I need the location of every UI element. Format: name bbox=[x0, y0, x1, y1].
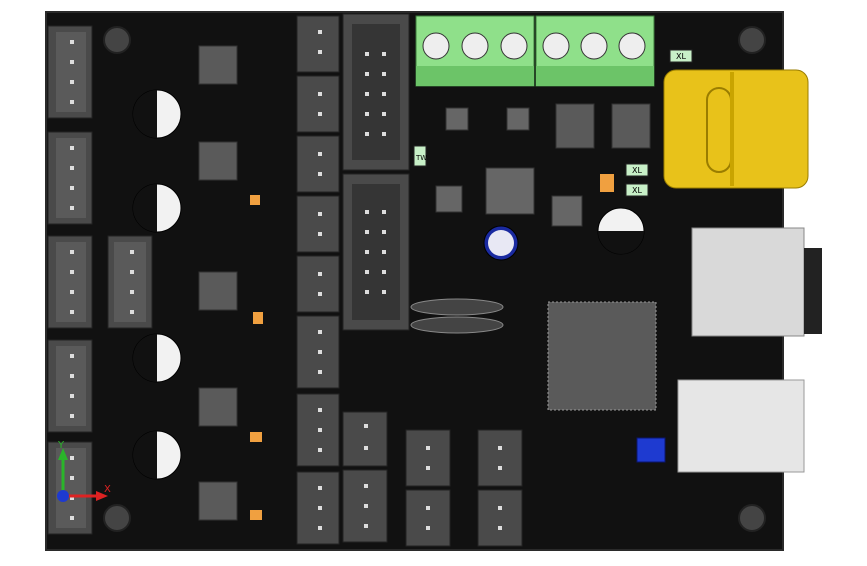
crystal-1-label: XL bbox=[676, 52, 686, 61]
terminal-block-2 bbox=[535, 15, 655, 87]
motor-connector-5 bbox=[47, 441, 93, 535]
terminal-block-1 bbox=[415, 15, 535, 87]
pcb-render: XL XL XL TW Y X bbox=[45, 11, 822, 551]
crystal-3-label: XL bbox=[632, 186, 642, 195]
usb-connector bbox=[663, 69, 809, 189]
capacitor-5 bbox=[597, 207, 645, 255]
blue-dip-switch bbox=[636, 437, 666, 463]
capacitor-6 bbox=[483, 225, 519, 261]
capacitor-3 bbox=[132, 333, 182, 383]
capacitor-2 bbox=[132, 183, 182, 233]
capacitor-4 bbox=[132, 430, 182, 480]
sd-card-slot bbox=[691, 227, 822, 337]
motor-connector-2 bbox=[47, 131, 93, 225]
crystal-2-label: XL bbox=[632, 166, 642, 175]
diode-label: TW bbox=[415, 154, 427, 162]
main-mcu bbox=[547, 301, 657, 411]
motor-connector-extra bbox=[107, 235, 153, 329]
motor-connector-4 bbox=[47, 339, 93, 433]
triad-y-label: Y bbox=[57, 440, 65, 451]
triad-x-label: X bbox=[104, 484, 111, 495]
cad-viewport[interactable]: XL XL XL TW Y X bbox=[0, 0, 867, 562]
motor-connector-1 bbox=[47, 25, 93, 119]
capacitor-1 bbox=[132, 89, 182, 139]
usb-b-connector bbox=[677, 379, 805, 473]
motor-connector-3 bbox=[47, 235, 93, 329]
